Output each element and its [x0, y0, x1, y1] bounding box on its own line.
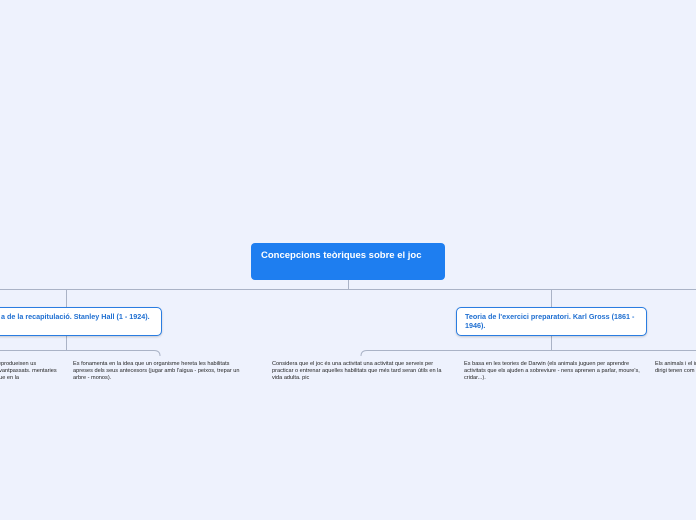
subtopic-label: Es fonamenta en la idea que un organisme…	[73, 361, 240, 381]
topic-label: Teoria de l'exercici preparatori. Karl G…	[465, 312, 635, 330]
subtopic-label: reprodueixen us avantpassats. mentaries …	[0, 361, 57, 381]
central-topic[interactable]: Concepcions teòriques sobre el joc	[251, 243, 445, 280]
connector-topic-right-branch	[360, 350, 696, 357]
topic-preparatory-exercise-theory[interactable]: Teoria de l'exercici preparatori. Karl G…	[456, 307, 647, 336]
connector-topic-left-branch	[0, 350, 161, 357]
subtopic-reproduction-note[interactable]: reprodueixen us avantpassats. mentaries …	[0, 361, 60, 381]
mind-map-canvas: Concepcions teòriques sobre el joc a de …	[0, 0, 696, 520]
topic-recapitulation-theory[interactable]: a de la recapitulació. Stanley Hall (1 -…	[0, 307, 162, 336]
subtopic-label: Els animals i el infància: dirigi tenen …	[655, 361, 696, 374]
central-topic-label: Concepcions teòriques sobre el joc	[261, 250, 422, 261]
subtopic-animals-childhood[interactable]: Els animals i el infància: dirigi tenen …	[655, 361, 696, 375]
subtopic-darwin-basis[interactable]: Es basa en les teories de Darwin (els an…	[464, 361, 642, 381]
subtopic-inherited-abilities[interactable]: Es fonamenta en la idea que un organisme…	[73, 361, 249, 381]
subtopic-label: Es basa en les teories de Darwin (els an…	[464, 361, 640, 381]
subtopic-practice-for-adulthood[interactable]: Considera que el joc és una activitat un…	[272, 361, 450, 381]
subtopic-label: Considera que el joc és una activitat un…	[272, 361, 442, 381]
topic-label: a de la recapitulació. Stanley Hall (1 -…	[1, 312, 150, 321]
